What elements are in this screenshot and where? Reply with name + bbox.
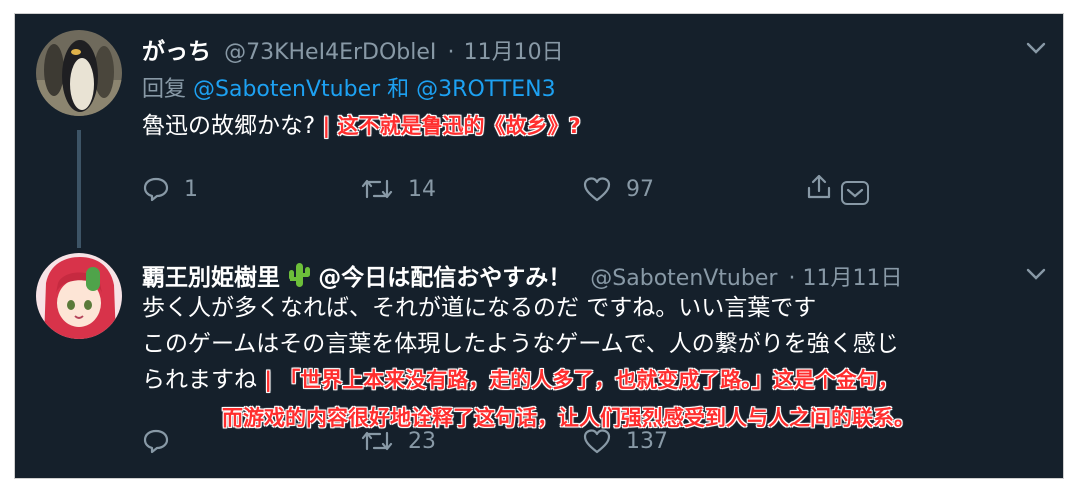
chevron-down-icon[interactable] [1025, 40, 1047, 56]
reply-count: 1 [184, 176, 198, 202]
mention-3rotten3[interactable]: @3ROTTEN3 [416, 77, 555, 102]
reply-button[interactable]: 1 [142, 175, 198, 203]
tweet2-line1: 歩く人が多くなれば、それが道になるのだ ですね。いい言葉です [142, 295, 817, 321]
reply-and: 和 [387, 77, 410, 102]
annotation-bar: | [264, 368, 272, 392]
mention-saboten[interactable]: @SabotenVtuber [193, 77, 380, 102]
retweet-button[interactable]: 14 [360, 175, 436, 203]
tweet-date[interactable]: · 11月11日 [789, 266, 903, 291]
translation-annotation: 这不就是鲁迅的《故乡》? [337, 114, 581, 138]
display-name[interactable]: がっち [142, 39, 211, 65]
like-button[interactable]: 97 [582, 175, 654, 203]
retweet-count: 14 [408, 176, 436, 202]
reply-icon [142, 427, 170, 455]
like-icon [582, 175, 612, 203]
retweet-icon [360, 427, 394, 455]
tweet-date[interactable]: 11月10日 [464, 40, 564, 65]
retweet-button[interactable]: 23 [360, 427, 436, 455]
tweet1-header: がっち @73KHeI4ErDObleI · 11月10日 [142, 32, 564, 66]
handle[interactable]: @73KHeI4ErDObleI [224, 40, 436, 65]
tweet-thread-panel: がっち @73KHeI4ErDObleI · 11月10日 回复 @Sabote… [14, 13, 1064, 479]
cactus-icon [287, 261, 311, 289]
avatar-gacchi[interactable] [36, 30, 122, 116]
reply-prefix: 回复 [142, 77, 187, 102]
reply-button[interactable] [142, 427, 170, 455]
chevron-down-icon[interactable] [1025, 266, 1047, 282]
like-count: 137 [626, 428, 668, 454]
annotation-bar: | [322, 114, 331, 138]
chevron-down-icon[interactable] [840, 180, 870, 206]
penguin-avatar-image [36, 30, 122, 116]
anime-avatar-image [36, 253, 122, 339]
share-icon[interactable] [804, 172, 834, 202]
thread-connector-line [77, 130, 81, 248]
tweet2-header: 覇王別姫樹里 @今日は配信おやすみ！ @SabotenVtuber · 11月1… [142, 258, 903, 292]
dot-separator: · [447, 40, 455, 65]
retweet-icon [360, 175, 394, 203]
tweet2-actions: 23 137 [142, 426, 882, 456]
like-count: 97 [626, 176, 654, 202]
tweet2-line3-row: られますね | 「世界上本来没有路，走的人多了，也就变成了路。」这是个金句， [142, 362, 899, 398]
tweet1-actions: 1 14 97 [142, 172, 882, 206]
retweet-count: 23 [408, 428, 436, 454]
reply-icon [142, 175, 170, 203]
display-name-suffix[interactable]: @今日は配信おやすみ！ [318, 265, 571, 291]
reply-context: 回复 @SabotenVtuber 和 @3ROTTEN3 [142, 71, 556, 103]
tweet-text: 魯迅の故郷かな? [142, 113, 316, 139]
like-button[interactable]: 137 [582, 427, 668, 455]
tweet2-line3: られますね [142, 367, 257, 393]
tweet2-line2: このゲームはその言葉を体現したようなゲームで、人の繋がりを強く感じ [142, 331, 899, 357]
tweet1-text-row: 魯迅の故郷かな? | 这不就是鲁迅的《故乡》? [142, 108, 581, 144]
translation-annotation-line1: 「世界上本来没有路，走的人多了，也就变成了路。」这是个金句， [279, 368, 899, 392]
avatar-saboten[interactable] [36, 253, 122, 339]
handle[interactable]: @SabotenVtuber [590, 266, 777, 291]
display-name[interactable]: 覇王別姫樹里 [142, 265, 280, 291]
like-icon [582, 427, 612, 455]
